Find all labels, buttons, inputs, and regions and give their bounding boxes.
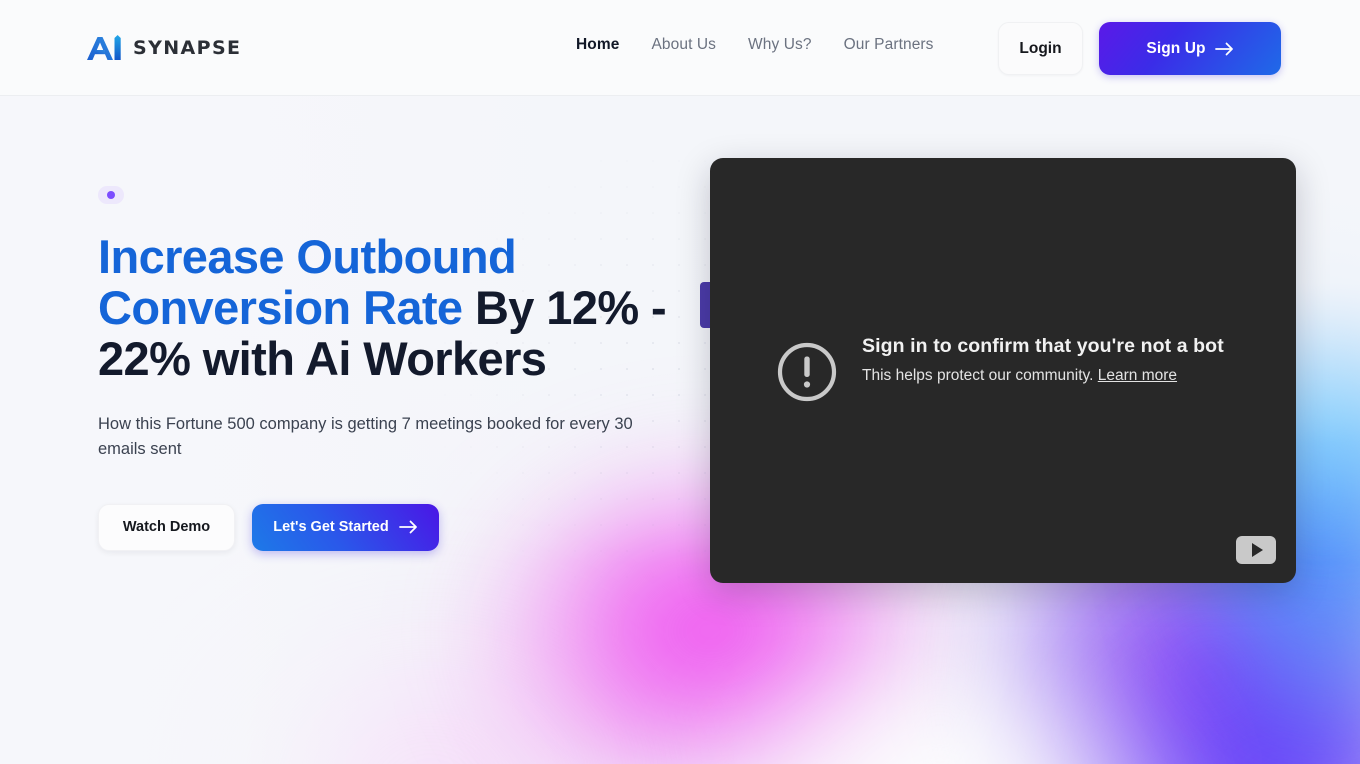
eyebrow-badge	[98, 186, 124, 204]
get-started-label: Let's Get Started	[273, 519, 389, 536]
get-started-button[interactable]: Let's Get Started	[252, 503, 439, 551]
site-header: SYNAPSE Home About Us Why Us? Our Partne…	[0, 0, 1360, 96]
page-root: SYNAPSE Home About Us Why Us? Our Partne…	[0, 0, 1360, 764]
learn-more-link[interactable]: Learn more	[1098, 367, 1177, 384]
main-nav: Home About Us Why Us? Our Partners	[576, 36, 950, 54]
hero-content: Increase Outbound Conversion Rate By 12%…	[98, 186, 698, 551]
video-error-overlay: Sign in to confirm that you're not a bot…	[776, 335, 1224, 408]
video-error-subtitle-text: This helps protect our community.	[862, 367, 1094, 384]
auth-actions: Login Sign Up	[998, 22, 1281, 75]
hero-subtitle: How this Fortune 500 company is getting …	[98, 415, 633, 458]
arrow-right-icon	[1214, 42, 1234, 56]
nav-item-our-partners[interactable]: Our Partners	[828, 36, 950, 54]
nav-item-why-us[interactable]: Why Us?	[732, 36, 828, 54]
arrow-right-icon	[398, 520, 418, 534]
badge-dot-icon	[107, 191, 115, 199]
logo-wordmark: SYNAPSE	[133, 37, 242, 59]
watch-demo-button[interactable]: Watch Demo	[98, 503, 235, 551]
video-error-subtitle: This helps protect our community. Learn …	[862, 367, 1224, 385]
logo[interactable]: SYNAPSE	[84, 33, 241, 63]
video-error-text: Sign in to confirm that you're not a bot…	[862, 335, 1224, 385]
signup-button[interactable]: Sign Up	[1099, 22, 1281, 75]
nav-item-about-us[interactable]: About Us	[635, 36, 732, 54]
signup-button-label: Sign Up	[1146, 39, 1206, 57]
hero-cta-row: Watch Demo Let's Get Started	[98, 503, 698, 551]
youtube-play-icon[interactable]	[1236, 536, 1276, 564]
video-player[interactable]: Sign in to confirm that you're not a bot…	[710, 158, 1296, 583]
page-title: Increase Outbound Conversion Rate By 12%…	[98, 230, 678, 384]
video-error-title: Sign in to confirm that you're not a bot	[862, 335, 1224, 357]
play-triangle-icon	[1252, 543, 1263, 557]
exclamation-circle-icon	[776, 341, 838, 408]
ai-synapse-logo-icon	[84, 34, 124, 62]
headline-highlight: Increase Outbound Conversion Rate	[98, 230, 517, 334]
login-button[interactable]: Login	[998, 22, 1083, 75]
nav-item-home[interactable]: Home	[576, 36, 635, 54]
